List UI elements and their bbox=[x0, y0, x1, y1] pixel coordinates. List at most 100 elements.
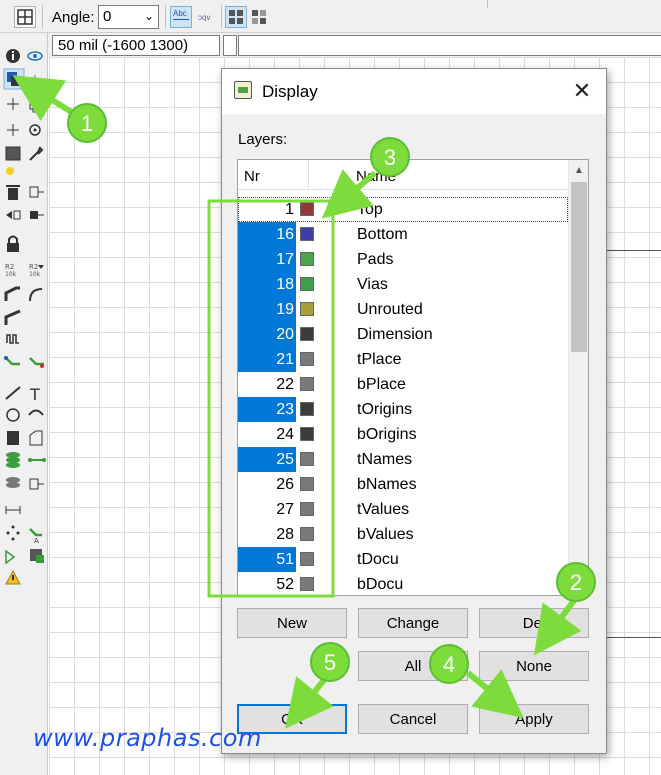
layer-row[interactable]: 22 bPlace bbox=[238, 372, 568, 397]
copy-icon[interactable] bbox=[29, 98, 42, 113]
layer-name: tNames bbox=[357, 451, 413, 468]
layer-row[interactable]: 25 tNames bbox=[238, 447, 568, 472]
group-icon[interactable] bbox=[5, 146, 21, 161]
layer-row[interactable]: 17 Pads bbox=[238, 247, 568, 272]
tiles-icon bbox=[229, 10, 243, 24]
rectangle-icon[interactable] bbox=[7, 431, 19, 445]
grid-button[interactable] bbox=[14, 6, 36, 28]
layer-row[interactable]: 18 Vias bbox=[238, 272, 568, 297]
scrollbar-thumb[interactable] bbox=[571, 182, 587, 352]
text-icon[interactable]: T bbox=[29, 385, 40, 404]
rotate-icon[interactable] bbox=[29, 124, 41, 136]
hole-icon[interactable] bbox=[6, 477, 20, 488]
miter-icon[interactable] bbox=[4, 286, 20, 301]
none-button[interactable]: None bbox=[479, 651, 589, 681]
app-icon bbox=[234, 81, 252, 99]
change-button[interactable]: Change bbox=[358, 608, 468, 638]
all-button[interactable]: All bbox=[358, 651, 468, 681]
wire-icon[interactable] bbox=[5, 386, 21, 400]
eye-icon[interactable] bbox=[27, 51, 43, 61]
vertical-scrollbar[interactable]: ▲ bbox=[568, 160, 588, 595]
apply-button[interactable]: Apply bbox=[479, 704, 589, 734]
layer-row[interactable]: 24 bOrigins bbox=[238, 422, 568, 447]
view-mode-button[interactable] bbox=[248, 6, 270, 28]
mirror-flip-button[interactable]: ɔqv bbox=[195, 6, 217, 28]
drc-icon[interactable] bbox=[5, 549, 16, 565]
command-line-input[interactable] bbox=[238, 35, 661, 56]
paste-icon[interactable] bbox=[6, 167, 14, 175]
layer-row[interactable]: 1 Top bbox=[238, 197, 568, 222]
layer-name: tPlace bbox=[357, 351, 402, 368]
route-icon[interactable] bbox=[4, 356, 20, 366]
toolbar-separator bbox=[221, 5, 222, 29]
warning-icon[interactable] bbox=[5, 569, 21, 585]
ratsnest-icon[interactable] bbox=[6, 525, 20, 541]
view-mode-button-active[interactable] bbox=[225, 6, 247, 28]
scroll-up-icon[interactable]: ▲ bbox=[569, 160, 588, 182]
column-divider[interactable] bbox=[308, 160, 309, 190]
close-icon[interactable]: ✕ bbox=[570, 79, 594, 103]
split-icon[interactable] bbox=[29, 288, 43, 302]
via-icon[interactable] bbox=[6, 452, 20, 468]
new-button[interactable]: New bbox=[237, 608, 347, 638]
layer-color-swatch bbox=[300, 377, 314, 391]
coordinate-spacer bbox=[223, 35, 237, 56]
layer-row[interactable]: 26 bNames bbox=[238, 472, 568, 497]
layer-row[interactable]: 23 tOrigins bbox=[238, 397, 568, 422]
layer-row[interactable]: 19 Unrouted bbox=[238, 297, 568, 322]
errc-icon[interactable] bbox=[30, 549, 44, 563]
layer-color-swatch bbox=[300, 252, 314, 266]
layer-number: 27 bbox=[276, 501, 294, 518]
layer-number: 1 bbox=[285, 201, 294, 218]
column-header-nr[interactable]: Nr bbox=[244, 168, 260, 185]
autorouter-icon[interactable]: A bbox=[29, 528, 42, 545]
angle-select[interactable]: 0 ⌄ bbox=[98, 5, 159, 29]
del-button[interactable]: Del bbox=[479, 608, 589, 638]
layer-row[interactable]: 21 tPlace bbox=[238, 347, 568, 372]
dialog-titlebar[interactable]: Display ✕ bbox=[222, 69, 606, 114]
layer-color-swatch bbox=[300, 552, 314, 566]
layer-row[interactable]: 16 Bottom bbox=[238, 222, 568, 247]
attribute-icon[interactable] bbox=[29, 478, 44, 490]
plus-icon[interactable] bbox=[31, 75, 39, 83]
move-icon[interactable] bbox=[7, 98, 19, 110]
dimension-icon[interactable] bbox=[5, 506, 21, 514]
layer-row[interactable]: 20 Dimension bbox=[238, 322, 568, 347]
layers-label: Layers: bbox=[238, 131, 288, 148]
replace-icon[interactable] bbox=[6, 210, 21, 220]
arc-icon[interactable] bbox=[28, 409, 44, 416]
add-icon[interactable] bbox=[29, 186, 44, 198]
cancel-button[interactable]: Cancel bbox=[358, 704, 468, 734]
column-header-name[interactable]: Name bbox=[356, 168, 396, 185]
layer-row[interactable]: 28 bValues bbox=[238, 522, 568, 547]
change-icon[interactable] bbox=[30, 211, 44, 219]
layer-number: 21 bbox=[238, 347, 296, 372]
lock-icon[interactable] bbox=[7, 235, 19, 253]
display-layers-icon[interactable] bbox=[3, 68, 25, 90]
layer-name: tDocu bbox=[357, 551, 399, 568]
delete-icon[interactable] bbox=[6, 185, 20, 200]
angle-label: Angle: bbox=[52, 9, 95, 26]
layer-row[interactable]: 27 tValues bbox=[238, 497, 568, 522]
layer-row[interactable]: 51 tDocu bbox=[238, 547, 568, 572]
optimize-icon[interactable] bbox=[4, 309, 21, 325]
layer-color-swatch bbox=[300, 277, 314, 291]
grid-icon bbox=[17, 9, 33, 25]
ripup-icon[interactable] bbox=[29, 357, 44, 368]
meander-icon[interactable] bbox=[6, 334, 19, 344]
signal-icon[interactable] bbox=[28, 458, 46, 462]
underline-icon bbox=[173, 19, 189, 20]
layer-name: tValues bbox=[357, 501, 410, 518]
smash-icon[interactable]: R210k bbox=[5, 263, 17, 278]
value-icon[interactable]: R210k bbox=[29, 263, 44, 278]
mirror-text-button[interactable]: Abc bbox=[170, 6, 192, 28]
layer-color-swatch bbox=[300, 352, 314, 366]
circle-icon[interactable] bbox=[6, 408, 20, 422]
layer-name: bPlace bbox=[357, 376, 406, 393]
layer-list[interactable]: Nr Name 1 Top 16 Bottom 17 Pads 18 Vias 19 Unrout… bbox=[237, 159, 589, 596]
mirror-icon[interactable] bbox=[7, 124, 19, 136]
layer-row[interactable]: 52 bDocu bbox=[238, 572, 568, 595]
wrench-icon[interactable] bbox=[29, 146, 44, 161]
info-icon[interactable] bbox=[6, 49, 20, 63]
polygon-icon[interactable] bbox=[29, 430, 43, 446]
